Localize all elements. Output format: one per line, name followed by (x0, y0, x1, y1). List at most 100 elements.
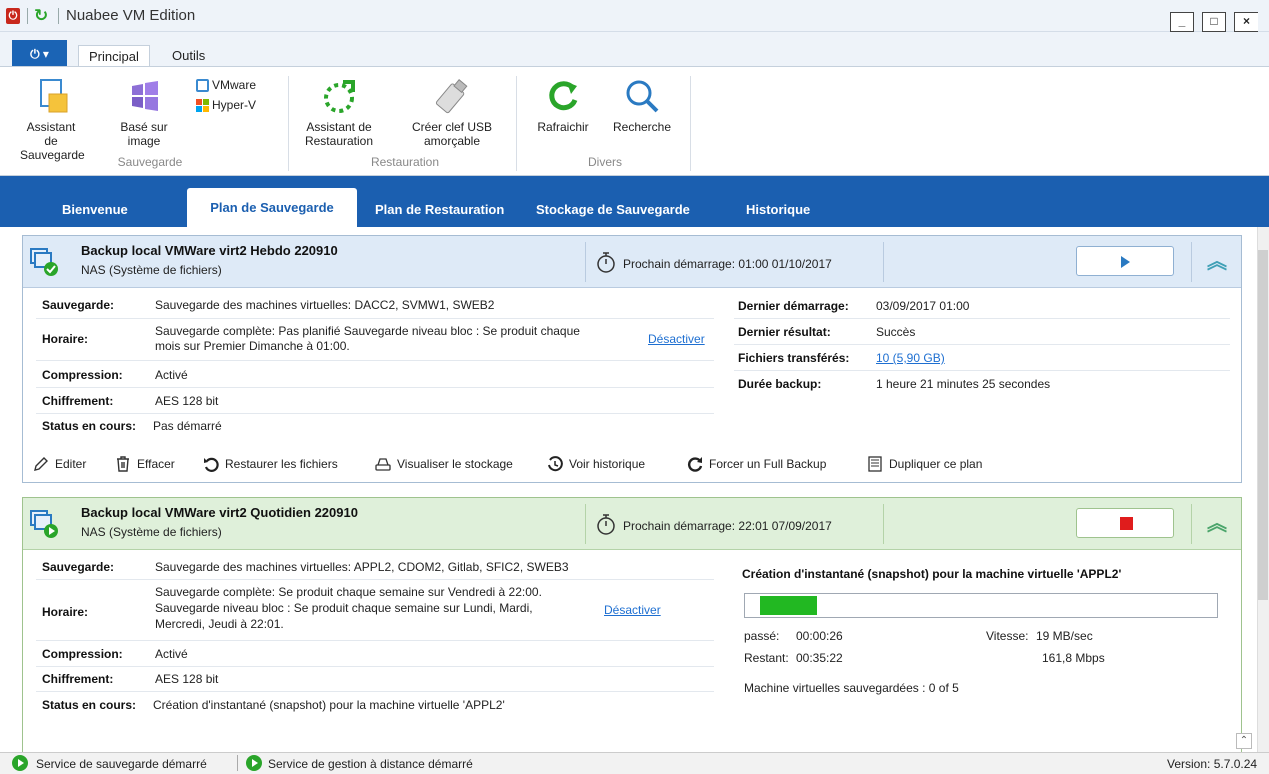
restore-files-button[interactable]: Restaurer les fichiers (202, 455, 338, 473)
ribbon-tab-principal[interactable]: Principal (78, 45, 150, 67)
dernier-demarrage-label: Dernier démarrage: (738, 299, 849, 313)
collapse-chevron-icon[interactable]: ︽ (1203, 249, 1231, 277)
backup-wizard-icon (40, 79, 68, 113)
stopwatch-icon (597, 252, 615, 273)
app-menu-button[interactable]: ⏻ ▾ (12, 40, 67, 68)
desactiver-link[interactable]: Désactiver (648, 332, 705, 347)
backup-service-status: Service de sauvegarde démarré (36, 757, 207, 771)
row-divider (36, 579, 714, 580)
collapse-chevron-icon[interactable]: ︽ (1203, 511, 1231, 539)
next-start-value: 01:00 01/10/2017 (738, 257, 832, 271)
speed-value: 19 MB/sec (1036, 629, 1093, 643)
backup-plan-card: Backup local VMWare virt2 Hebdo 220910 N… (22, 235, 1242, 483)
fichiers-label: Fichiers transférés: (738, 351, 850, 365)
minimize-button[interactable]: _ (1170, 12, 1194, 32)
desactiver-link[interactable]: Désactiver (604, 603, 661, 618)
elapsed-value: 00:00:26 (796, 629, 843, 643)
ribbon-group-label-sauvegarde: Sauvegarde (117, 155, 183, 169)
refresh-icon (549, 81, 578, 111)
next-start-value: 22:01 07/09/2017 (738, 519, 832, 533)
edit-label: Editer (55, 457, 87, 471)
nav-tab-stockage[interactable]: Stockage de Sauvegarde (536, 202, 690, 217)
maximize-button[interactable]: □ (1202, 12, 1226, 32)
storage-icon (375, 458, 391, 471)
compression-value: Activé (155, 647, 188, 661)
nav-tab-bienvenue[interactable]: Bienvenue (62, 202, 128, 217)
usb-drive-icon (435, 79, 468, 114)
status-value: Création d'instantané (snapshot) pour la… (153, 698, 505, 712)
backup-wizard-button[interactable]: Assistant de Sauvegarde (20, 76, 85, 162)
header-separator (585, 504, 586, 544)
plan-name: Backup local VMWare virt2 Hebdo 220910 (81, 243, 338, 258)
horaire-line: Sauvegarde complète: Se produit chaque s… (155, 585, 542, 599)
restore-files-label: Restaurer les fichiers (225, 457, 338, 471)
pencil-icon (34, 457, 48, 471)
stop-icon (1120, 517, 1133, 530)
row-divider (36, 413, 714, 414)
header-separator (1191, 242, 1192, 282)
remaining-label: Restant: (744, 651, 789, 665)
search-label: Recherche (612, 120, 672, 134)
restore-wizard-icon (324, 80, 355, 113)
status-label: Status en cours: (42, 698, 137, 712)
restore-wizard-label: Assistant de Restauration (304, 120, 374, 148)
compression-label: Compression: (42, 368, 123, 382)
backup-wizard-label: Assistant de Sauvegarde (20, 120, 85, 162)
horaire-value: Sauvegarde complète: Pas planifié Sauveg… (155, 324, 580, 354)
close-button[interactable]: × (1234, 12, 1258, 32)
force-full-backup-button[interactable]: Forcer un Full Backup (686, 455, 826, 473)
delete-button[interactable]: Effacer (114, 455, 175, 473)
scrollbar-thumb[interactable] (1258, 250, 1268, 600)
plan-name: Backup local VMWare virt2 Quotidien 2209… (81, 505, 358, 520)
ribbon-tab-outils[interactable]: Outils (162, 45, 215, 67)
vmware-label: VMware (212, 78, 257, 92)
header-separator (1191, 504, 1192, 544)
row-divider (36, 318, 714, 319)
nav-tab-historique[interactable]: Historique (746, 202, 810, 217)
sauvegarde-label: Sauvegarde: (42, 298, 115, 312)
header-separator (883, 504, 884, 544)
scroll-up-small-button[interactable]: ⌃ (1236, 733, 1252, 749)
windows-icon (132, 81, 158, 111)
stop-plan-button[interactable] (1076, 508, 1174, 538)
row-divider (36, 360, 714, 361)
create-usb-label: Créer clef USB amorçable (411, 120, 493, 148)
vmware-button[interactable]: VMware (196, 78, 256, 92)
dernier-resultat-label: Dernier résultat: (738, 325, 831, 339)
plan-header: Backup local VMWare virt2 Hebdo 220910 N… (23, 236, 1241, 288)
edit-button[interactable]: Editer (32, 455, 86, 473)
nav-tab-plan-sauvegarde[interactable]: Plan de Sauvegarde (187, 188, 357, 230)
vm-plan-success-icon (30, 248, 58, 276)
run-plan-button[interactable] (1076, 246, 1174, 276)
ribbon-group-separator (516, 76, 517, 171)
refresh-button[interactable]: Rafraichir (532, 76, 594, 134)
hyperv-button[interactable]: Hyper-V (196, 98, 256, 112)
create-usb-button[interactable]: Créer clef USB amorçable (404, 76, 500, 148)
vm-count: Machine virtuelles sauvegardées : 0 of 5 (744, 681, 959, 695)
plan-storage: NAS (Système de fichiers) (81, 263, 222, 277)
window-title: Nuabee VM Edition (66, 7, 196, 24)
duree-label: Durée backup: (738, 377, 822, 391)
dernier-demarrage-value: 03/09/2017 01:00 (876, 299, 970, 313)
quick-refresh-icon[interactable]: ↻ (34, 7, 52, 25)
fichiers-link[interactable]: 10 (5,90 GB) (876, 351, 945, 366)
ribbon-group-label-restauration: Restauration (370, 155, 440, 169)
chiffrement-label: Chiffrement: (42, 672, 114, 686)
row-divider (36, 691, 714, 692)
view-storage-button[interactable]: Visualiser le stockage (374, 455, 513, 473)
version-label: Version: 5.7.0.24 (1167, 757, 1258, 771)
duplicate-plan-button[interactable]: Dupliquer ce plan (866, 455, 982, 473)
next-start-label: Prochain démarrage: (623, 519, 736, 533)
horaire-line: mois sur Premier Dimanche à 01:00. (155, 339, 350, 353)
view-history-button[interactable]: Voir historique (546, 455, 645, 473)
image-based-button[interactable]: Basé sur image (116, 76, 172, 148)
status-label: Status en cours: (42, 419, 137, 433)
restore-wizard-button[interactable]: Assistant de Restauration (304, 76, 374, 148)
nav-tab-plan-restauration[interactable]: Plan de Restauration (375, 202, 504, 217)
service-running-icon (246, 755, 262, 771)
sauvegarde-value: Sauvegarde des machines virtuelles: DACC… (155, 298, 495, 312)
row-divider (734, 344, 1230, 345)
refresh-label: Rafraichir (537, 120, 589, 134)
hyperv-label: Hyper-V (212, 98, 257, 112)
search-button[interactable]: Recherche (606, 76, 678, 134)
